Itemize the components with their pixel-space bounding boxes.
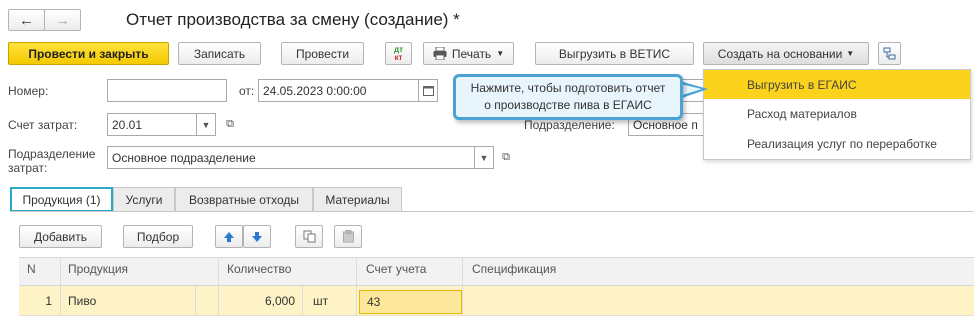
post-and-close-button[interactable]: Провести и закрыть [8, 42, 169, 65]
cost-account-open-button[interactable]: ⧉ [220, 113, 240, 136]
structure-icon [883, 47, 896, 60]
cost-division-label: Подразделение затрат: [8, 147, 96, 175]
column-header-account[interactable]: Счет учета [366, 262, 426, 276]
tab-products[interactable]: Продукция (1) [10, 187, 113, 212]
forward-button[interactable]: → [44, 9, 81, 31]
chevron-down-icon: ▼ [496, 49, 505, 58]
column-divider [218, 257, 219, 316]
tab-returnable-waste[interactable]: Возвратные отходы [175, 187, 313, 212]
cost-account-label: Счет затрат: [8, 118, 78, 132]
cost-division-field[interactable]: Основное подразделение [107, 146, 475, 169]
cell-n: 1 [45, 294, 52, 308]
dt-kt-icon: дт кт [394, 44, 403, 62]
date-label: от: [239, 84, 255, 98]
add-button[interactable]: Добавить [19, 225, 102, 248]
division-label: Подразделение: [524, 118, 615, 132]
open-icon: ⧉ [226, 118, 234, 130]
number-label: Номер: [8, 84, 49, 98]
tab-materials[interactable]: Материалы [313, 187, 402, 212]
print-label: Печать [451, 46, 492, 61]
cell-product[interactable]: Пиво [68, 294, 96, 308]
cost-division-open-button[interactable]: ⧉ [496, 146, 516, 169]
menu-item-label: Выгрузить в ЕГАИС [747, 77, 857, 92]
column-divider [356, 257, 357, 316]
menu-item-label: Расход материалов [747, 106, 857, 121]
structure-button[interactable] [878, 42, 901, 65]
create-on-basis-button[interactable]: Создать на основании ▼ [703, 42, 869, 65]
post-button[interactable]: Провести [281, 42, 364, 65]
cell-quantity[interactable]: 6,000 [220, 294, 295, 308]
create-on-basis-label: Создать на основании [717, 46, 843, 61]
column-header-n[interactable]: N [27, 262, 36, 276]
arrow-down-icon [252, 231, 262, 242]
menu-item-label: Реализация услуг по переработке [747, 136, 937, 151]
move-down-button[interactable] [243, 225, 271, 248]
tab-panel-border [10, 211, 974, 212]
move-up-button[interactable] [215, 225, 243, 248]
arrow-left-icon: ← [19, 11, 34, 29]
chevron-down-icon: ▼ [846, 49, 855, 58]
menu-item-processing-services[interactable]: Реализация услуг по переработке [704, 129, 970, 158]
column-divider [462, 257, 463, 316]
callout-line-1: Нажмите, чтобы подготовить отчет [470, 81, 666, 95]
column-divider [60, 257, 61, 316]
calendar-icon [422, 86, 434, 96]
copy-icon [303, 230, 315, 243]
cell-unit[interactable]: шт [313, 294, 328, 308]
printer-icon [433, 47, 447, 60]
table-row[interactable] [19, 286, 974, 316]
paste-icon [342, 230, 354, 243]
cell-account[interactable]: 43 [359, 290, 462, 314]
column-divider [195, 286, 196, 316]
cell-account-value: 43 [367, 295, 381, 309]
chevron-down-icon: ▼ [479, 152, 489, 163]
column-header-quantity[interactable]: Количество [227, 262, 291, 276]
cost-division-dropdown-button[interactable]: ▼ [474, 146, 494, 169]
menu-item-export-egais[interactable]: Выгрузить в ЕГАИС [704, 70, 970, 99]
date-field[interactable]: 24.05.2023 0:00:00 [258, 79, 419, 102]
select-button[interactable]: Подбор [123, 225, 193, 248]
back-button[interactable]: ← [8, 9, 45, 31]
callout-tooltip: Нажмите, чтобы подготовить отчет о произ… [453, 74, 683, 120]
print-button[interactable]: Печать ▼ [423, 42, 514, 65]
menu-item-material-consumption[interactable]: Расход материалов [704, 99, 970, 128]
export-vetis-button[interactable]: Выгрузить в ВЕТИС [535, 42, 694, 65]
column-divider [302, 286, 303, 316]
cost-account-field[interactable]: 20.01 [107, 113, 197, 136]
save-button[interactable]: Записать [178, 42, 261, 65]
tab-services[interactable]: Услуги [113, 187, 175, 212]
copy-button[interactable] [295, 225, 323, 248]
column-header-product[interactable]: Продукция [68, 262, 128, 276]
number-field[interactable] [107, 79, 227, 102]
paste-button[interactable] [334, 225, 362, 248]
calendar-button[interactable] [418, 79, 438, 102]
page-title: Отчет производства за смену (создание) * [126, 10, 460, 29]
dt-kt-button[interactable]: дт кт [385, 42, 412, 65]
chevron-down-icon: ▼ [201, 119, 211, 130]
arrow-up-icon [224, 231, 234, 242]
column-header-specification[interactable]: Спецификация [472, 262, 556, 276]
arrow-right-icon: → [55, 11, 70, 29]
callout-line-2: о производстве пива в ЕГАИС [484, 98, 652, 112]
cost-account-dropdown-button[interactable]: ▼ [196, 113, 216, 136]
open-icon: ⧉ [502, 151, 510, 163]
